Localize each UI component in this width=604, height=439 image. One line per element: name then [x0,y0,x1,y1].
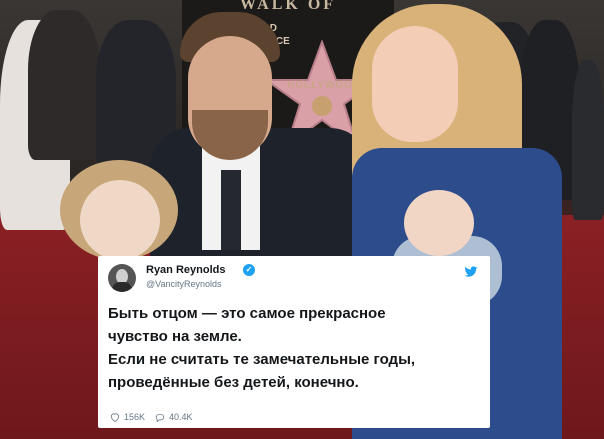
tweet-text: Быть отцом — это самое прекрасное чувств… [108,302,486,394]
tweet-text-line: проведённые без детей, конечно. [108,374,359,391]
verified-badge-icon: ✓ [243,264,255,276]
child-face [80,180,160,260]
woman-face [372,26,458,142]
reply-count: 40.4K [169,412,193,422]
background-person [572,60,604,220]
tweet-text-line: Быть отцом — это самое прекрасное [108,305,386,322]
tweet-stats: 156K 40.4K [110,412,193,422]
tweet-text-line: Если не считать те замечательные годы, [108,351,416,368]
background-person [28,10,100,160]
like-button[interactable]: 156K [110,412,145,422]
avatar[interactable] [108,264,136,292]
star-text: HOLLYWOOD [287,80,362,91]
baby-face [404,190,474,256]
reply-icon [155,413,165,422]
tweet-card: Ryan Reynolds ✓ @VancityReynolds Быть от… [98,256,490,428]
heart-icon [110,412,120,422]
tweet-text-line: чувство на земле. [108,328,242,345]
like-count: 156K [124,412,146,422]
reply-button[interactable]: 40.4K [155,412,193,422]
man-tie [221,170,241,250]
tweet-author-handle[interactable]: @VancityReynolds [146,279,222,289]
twitter-bird-icon[interactable] [464,266,478,278]
tweet-author-name[interactable]: Ryan Reynolds [146,264,225,276]
avatar-body [112,282,132,292]
